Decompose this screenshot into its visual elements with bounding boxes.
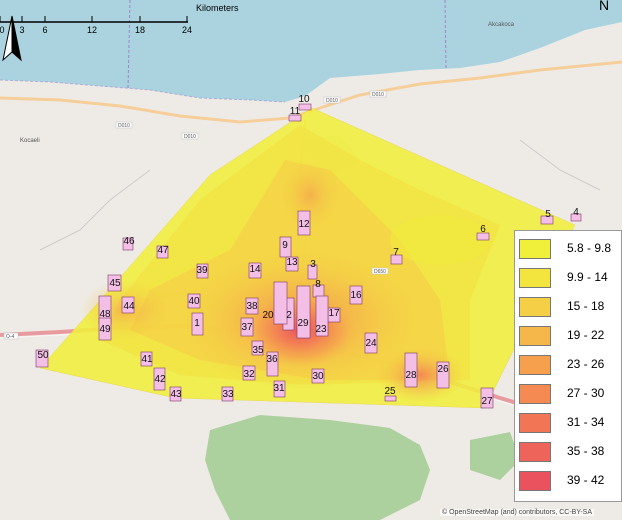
station-label: 46	[123, 236, 135, 247]
legend-swatch	[519, 442, 551, 462]
legend-item: 9.9 - 14	[519, 265, 619, 291]
road-label: O-4	[6, 334, 15, 340]
legend-label: 27 - 30	[567, 386, 605, 400]
station-label: 36	[266, 354, 278, 365]
legend-item: 39 - 42	[519, 468, 619, 494]
station-label: 29	[297, 318, 309, 329]
legend-label: 5.8 - 9.8	[567, 241, 612, 255]
station-label: 27	[481, 396, 493, 407]
legend-swatch	[519, 355, 551, 375]
legend-label: 39 - 42	[567, 473, 605, 487]
scale-tick-label: 24	[182, 25, 192, 35]
station-label: 48	[99, 309, 111, 320]
station-label: 11	[290, 106, 301, 117]
station-label: 41	[141, 354, 153, 365]
scale-tick-label: 6	[42, 25, 47, 35]
station-label: 5	[545, 209, 551, 220]
station-label: 43	[170, 389, 182, 400]
legend-item: 19 - 22	[519, 323, 619, 349]
legend-item: 31 - 34	[519, 410, 619, 436]
station-label: 40	[188, 296, 200, 307]
legend-swatch	[519, 297, 551, 317]
station-label: 16	[350, 290, 362, 301]
scale-tick-label: 12	[87, 25, 97, 35]
scale-unit-label: Kilometers	[196, 3, 239, 13]
scale-tick-label: 3	[19, 25, 24, 35]
station-label: 26	[437, 364, 449, 375]
map-legend: 5.8 - 9.8 9.9 - 14 15 - 18 19 - 22 23 - …	[514, 230, 622, 502]
station-label: 35	[252, 345, 264, 356]
station-label: 8	[315, 279, 321, 290]
station-label: 30	[312, 371, 324, 382]
station-label: 1	[194, 318, 200, 329]
road-label: D010	[184, 134, 196, 140]
road-label: D010	[326, 98, 338, 104]
town-label: Akcakoca	[488, 22, 515, 28]
station-label: 6	[480, 224, 486, 235]
station-label: 9	[282, 240, 288, 251]
station-label: 47	[157, 245, 169, 256]
station-label: 12	[298, 219, 310, 230]
station-label: 45	[109, 278, 121, 289]
legend-label: 31 - 34	[567, 415, 605, 429]
map-attribution: © OpenStreetMap (and) contributors, CC-B…	[440, 509, 595, 516]
station-label: 44	[123, 301, 135, 312]
station-label: 10	[298, 94, 310, 105]
legend-item: 23 - 26	[519, 352, 619, 378]
station-label: 13	[286, 257, 298, 268]
station-label: 2	[286, 310, 292, 321]
station-label: 4	[573, 207, 579, 218]
road-label: D010	[118, 123, 130, 129]
road-label: D010	[372, 92, 384, 98]
station-label: 31	[273, 383, 285, 394]
legend-label: 23 - 26	[567, 357, 605, 371]
station-label: 33	[222, 389, 234, 400]
legend-item: 35 - 38	[519, 439, 619, 465]
station-label: 7	[393, 247, 399, 258]
legend-label: 15 - 18	[567, 299, 605, 313]
north-label: N	[599, 0, 610, 13]
legend-label: 9.9 - 14	[567, 270, 608, 284]
station-label: 49	[99, 324, 111, 335]
station-label: 14	[249, 264, 261, 275]
scale-tick-label: 0	[0, 25, 5, 35]
legend-item: 27 - 30	[519, 381, 619, 407]
station-label: 42	[154, 374, 166, 385]
station-label: 39	[196, 265, 208, 276]
legend-item: 5.8 - 9.8	[519, 236, 619, 262]
town-label: Kocaeli	[20, 138, 40, 144]
road-label: D650	[374, 269, 386, 275]
station-label: 24	[365, 338, 377, 349]
scale-tick-label: 18	[135, 25, 145, 35]
station-label: 20	[262, 310, 274, 321]
scale-bar: Kilometers 0 3 6 12 18 24	[0, 3, 239, 35]
station-label: 37	[241, 322, 253, 333]
station-label: 50	[37, 350, 49, 361]
legend-label: 19 - 22	[567, 328, 605, 342]
station-label: 3	[310, 259, 316, 270]
legend-swatch	[519, 239, 551, 259]
legend-swatch	[519, 326, 551, 346]
station-label: 38	[246, 301, 258, 312]
legend-swatch	[519, 413, 551, 433]
legend-swatch	[519, 268, 551, 288]
legend-item: 15 - 18	[519, 294, 619, 320]
legend-label: 35 - 38	[567, 444, 605, 458]
station-label: 23	[315, 324, 327, 335]
station-label: 17	[328, 308, 340, 319]
legend-swatch	[519, 384, 551, 404]
map-view[interactable]: Kocaeli Akcakoca D010 D010 D010 D010 D65…	[0, 0, 622, 520]
station-label: 32	[243, 369, 255, 380]
legend-swatch	[519, 471, 551, 491]
station-label: 28	[405, 370, 417, 381]
station-label: 25	[384, 386, 396, 397]
